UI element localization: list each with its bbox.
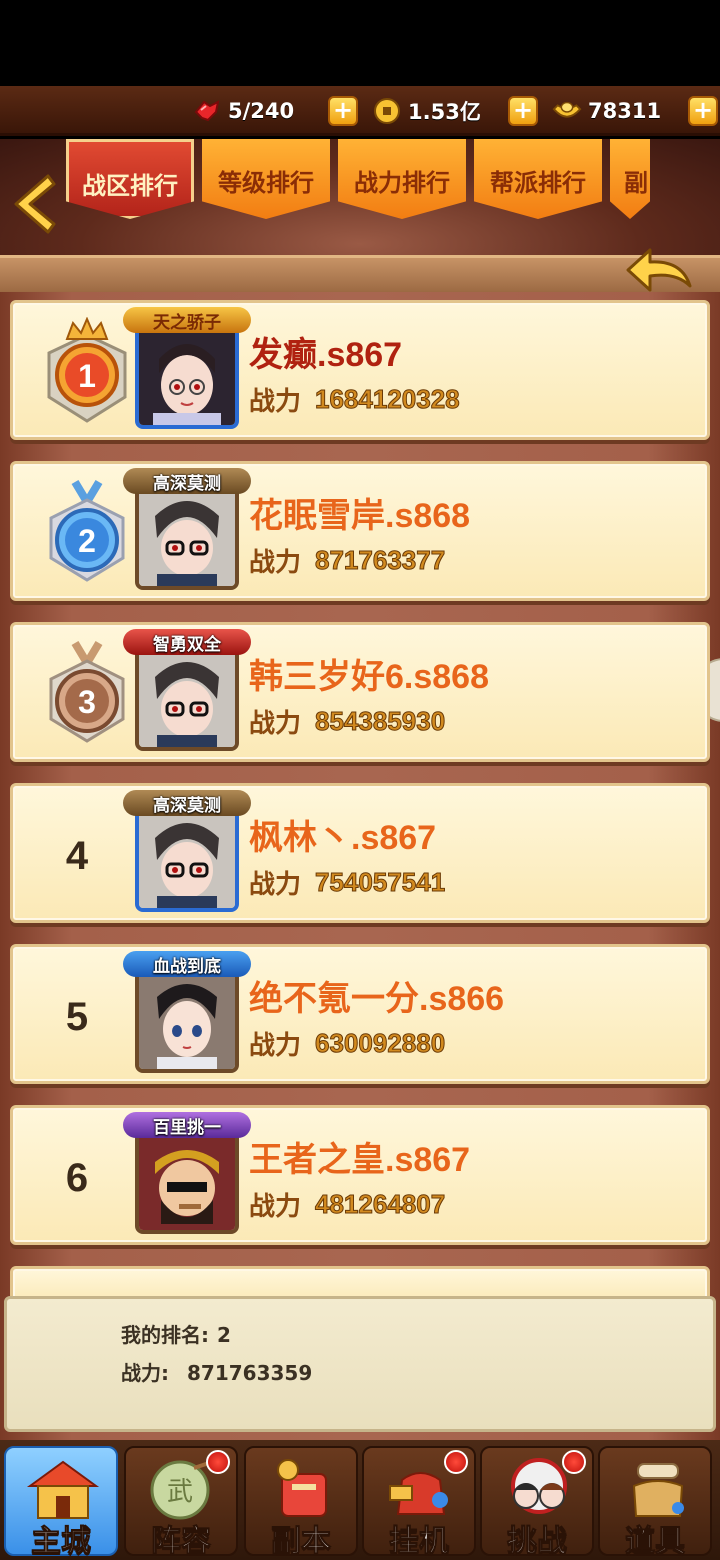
my-power: 战力: 871763359	[121, 1357, 312, 1386]
nav-dungeon[interactable]: 副本	[244, 1446, 358, 1560]
status-area	[0, 0, 720, 86]
player-name: 枫林丶.s867	[249, 819, 437, 857]
power-value: 854385930	[315, 706, 446, 737]
my-rank-value: 2	[217, 1323, 231, 1347]
player-power: 战力 1684120328	[249, 381, 460, 418]
my-rank-panel: 我的排名: 2 战力: 871763359	[4, 1296, 716, 1432]
notification-dot	[562, 1450, 586, 1474]
title-badge: 智勇双全	[123, 629, 251, 655]
nav-formation[interactable]: 武 阵容	[124, 1446, 238, 1560]
player-power: 战力 854385930	[249, 703, 446, 740]
player-name: 花眠雪岸.s868	[249, 497, 471, 535]
bronze-medal-icon: 3	[49, 640, 125, 743]
title-badge: 血战到底	[123, 951, 251, 977]
player-power: 战力 754057541	[249, 864, 446, 901]
player-name: 绝不氪一分.s866	[249, 980, 505, 1018]
gold-ingot-icon	[552, 96, 582, 126]
tab-label: 等级排行	[218, 169, 314, 197]
avatar[interactable]	[135, 969, 239, 1073]
nav-label: 挂机	[389, 1524, 450, 1560]
nav-label: 挑战	[507, 1524, 568, 1560]
gold-resource: 78311	[552, 86, 661, 136]
add-coins-button[interactable]: +	[508, 96, 538, 126]
gold-value: 78311	[588, 99, 662, 123]
ranking-row[interactable]: 2 高深莫测 花眠雪岸.s868 战力 871763377	[10, 461, 710, 601]
nav-label: 阵容	[151, 1524, 212, 1560]
add-gold-button[interactable]: +	[688, 96, 718, 126]
player-name: 韩三岁好6.s868	[249, 658, 489, 696]
tab-label: 战区排行	[82, 172, 178, 200]
my-power-label: 战力:	[121, 1361, 169, 1385]
stamina-value: 5/240	[228, 99, 295, 123]
avatar[interactable]	[135, 1130, 239, 1234]
my-rank-label: 我的排名:	[121, 1323, 209, 1347]
power-label: 战力	[249, 1030, 302, 1060]
nav-label: 道具	[625, 1524, 686, 1560]
ranking-row[interactable]: 3 智勇双全 韩三岁好6.s868 战力 854385930	[10, 622, 710, 762]
add-stamina-button[interactable]: +	[328, 96, 358, 126]
nav-challenge[interactable]: 挑战	[480, 1446, 594, 1560]
rank-number: 5	[65, 995, 89, 1039]
nav-items[interactable]: 道具	[598, 1446, 712, 1560]
nav-main-city[interactable]: 主城	[4, 1446, 118, 1560]
player-name: 王者之皇.s867	[249, 1141, 471, 1179]
player-power: 战力 481264807	[249, 1186, 446, 1223]
back-button[interactable]	[8, 172, 58, 236]
avatar[interactable]	[135, 486, 239, 590]
svg-text:3: 3	[78, 684, 96, 720]
player-power: 战力 871763377	[249, 542, 446, 579]
nav-idle[interactable]: 挂机	[362, 1446, 476, 1560]
header-shelf	[0, 255, 720, 295]
power-value: 481264807	[315, 1189, 446, 1220]
player-name: 发癫.s867	[249, 336, 403, 374]
nav-label: 主城	[31, 1524, 92, 1560]
power-label: 战力	[249, 1191, 302, 1221]
power-label: 战力	[249, 869, 302, 899]
tab-label: 帮派排行	[490, 169, 586, 197]
tab-label: 副	[624, 169, 648, 197]
chevron-left-icon	[14, 174, 56, 234]
svg-text:2: 2	[78, 523, 96, 559]
title-badge: 天之骄子	[123, 307, 251, 333]
resource-bar: 5/240 + 1.53亿 + 78311 +	[0, 86, 720, 136]
ranking-row[interactable]: 5 血战到底 绝不氪一分.s866 战力 630092880	[10, 944, 710, 1084]
rank-number: 4	[65, 834, 89, 878]
items-icon	[632, 1463, 684, 1517]
rank-number: 6	[65, 1156, 89, 1200]
power-label: 战力	[249, 386, 302, 416]
coin-value: 1.53亿	[408, 100, 481, 124]
avatar[interactable]	[135, 325, 239, 429]
power-label: 战力	[249, 547, 302, 577]
power-label: 战力	[249, 708, 302, 738]
power-value: 871763377	[315, 545, 446, 576]
avatar[interactable]	[135, 647, 239, 751]
coin-icon	[372, 96, 402, 126]
my-power-value: 871763359	[187, 1361, 313, 1385]
svg-text:1: 1	[78, 358, 96, 394]
gold-medal-icon: 1	[47, 317, 127, 423]
title-badge: 百里挑一	[123, 1112, 251, 1138]
power-value: 630092880	[315, 1028, 446, 1059]
power-value: 754057541	[315, 867, 446, 898]
power-value: 1684120328	[315, 384, 461, 415]
silver-medal-icon: 2	[49, 479, 125, 582]
stamina-resource: 5/240	[192, 86, 294, 136]
svg-text:武: 武	[167, 1477, 193, 1507]
player-power: 战力 630092880	[249, 1025, 446, 1062]
tab-label: 战力排行	[354, 169, 450, 197]
avatar[interactable]	[135, 808, 239, 912]
ranking-row[interactable]: 6 百里挑一 王者之皇.s867 战力 481264807	[10, 1105, 710, 1245]
ranking-row[interactable]: 1 天之骄子 发癫.s867 战力 1684120328	[10, 300, 710, 440]
title-badge: 高深莫测	[123, 468, 251, 494]
notification-dot	[206, 1450, 230, 1474]
city-icon	[26, 1460, 100, 1519]
nav-label: 副本	[271, 1524, 332, 1560]
coin-resource: 1.53亿	[372, 86, 481, 136]
ranking-row[interactable]: 4 高深莫测 枫林丶.s867 战力 754057541	[10, 783, 710, 923]
title-badge: 高深莫测	[123, 790, 251, 816]
stamina-icon	[192, 96, 222, 126]
my-rank: 我的排名: 2	[121, 1319, 231, 1348]
dungeon-icon	[277, 1459, 327, 1517]
notification-dot	[444, 1450, 468, 1474]
